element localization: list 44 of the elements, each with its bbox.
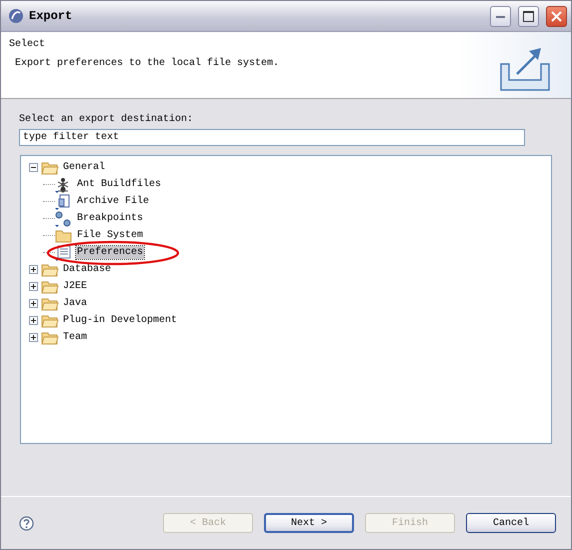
archive-icon — [55, 194, 71, 210]
destination-label: Select an export destination: — [19, 114, 194, 125]
tree-item[interactable]: Plug-in Development — [62, 314, 178, 327]
tree-item[interactable]: Preferences — [76, 246, 144, 259]
ant-icon — [55, 176, 71, 192]
page-description: Export preferences to the local file system. — [15, 58, 280, 69]
expander-icon[interactable] — [29, 265, 38, 274]
window-title: Export — [29, 9, 72, 23]
tree-item[interactable]: Database — [62, 263, 112, 276]
folder-icon — [41, 296, 59, 310]
expander-icon[interactable] — [29, 316, 38, 325]
folder-icon — [41, 160, 59, 174]
expander-icon[interactable] — [29, 282, 38, 291]
dialog-button[interactable]: Next > — [264, 513, 354, 533]
tree-item[interactable]: J2EE — [62, 280, 88, 293]
folder-icon — [41, 314, 59, 328]
maximize-button[interactable] — [518, 6, 539, 26]
close-icon — [551, 10, 562, 22]
list-page-icon — [55, 244, 71, 260]
dialog-button[interactable]: Cancel — [466, 513, 556, 533]
page-title: Select — [9, 39, 46, 50]
folder-icon — [41, 280, 59, 294]
folder-icon — [41, 262, 59, 276]
tree-item[interactable]: Breakpoints — [76, 212, 144, 225]
help-icon[interactable] — [19, 516, 34, 530]
minimize-icon — [496, 14, 505, 18]
app-icon — [8, 8, 24, 24]
folder-icon — [41, 330, 59, 344]
expander-icon[interactable] — [29, 163, 38, 172]
tree-item[interactable]: Java — [62, 297, 88, 310]
expander-icon[interactable] — [29, 333, 38, 342]
filter-field[interactable]: type filter text — [19, 129, 525, 146]
export-icon — [499, 46, 551, 92]
tree-item[interactable]: File System — [76, 229, 144, 242]
tree-item[interactable]: Team — [62, 331, 88, 344]
minimize-button[interactable] — [490, 6, 511, 26]
tree-item[interactable]: Archive File — [76, 195, 150, 208]
expander-icon[interactable] — [29, 299, 38, 308]
tree-item[interactable]: Ant Buildfiles — [76, 178, 162, 191]
close-button[interactable] — [546, 6, 567, 26]
folder-icon — [55, 228, 73, 242]
tree-item[interactable]: General — [62, 161, 106, 174]
maximize-icon — [523, 10, 534, 22]
breakpoint-icon — [55, 210, 71, 226]
